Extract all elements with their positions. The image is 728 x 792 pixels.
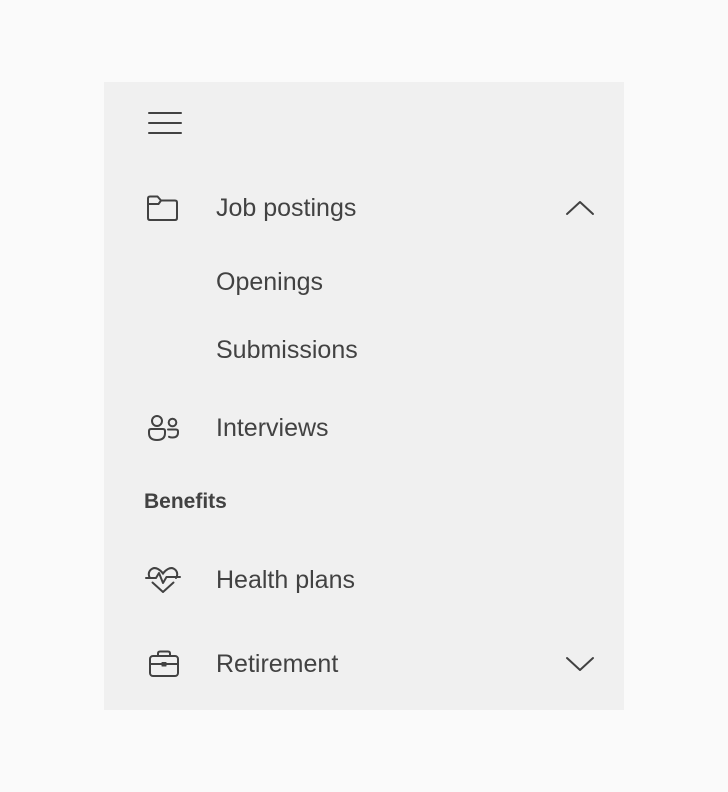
nav-subitem-openings[interactable]: Openings — [104, 254, 624, 310]
nav-item-label: Health plans — [216, 566, 355, 594]
section-header-benefits: Benefits — [144, 490, 227, 513]
nav-item-label: Openings — [216, 268, 324, 296]
nav-subitem-submissions[interactable]: Submissions — [104, 322, 624, 378]
nav-item-label: Submissions — [216, 336, 358, 364]
nav-item-interviews[interactable]: Interviews — [104, 400, 624, 456]
people-icon — [148, 415, 179, 442]
navigation-drawer: Job postings Openings Submissions Interv… — [104, 82, 624, 710]
nav-item-retirement[interactable]: Retirement — [104, 636, 624, 692]
briefcase-icon — [149, 650, 179, 677]
nav-item-label: Retirement — [216, 650, 339, 678]
nav-item-health-plans[interactable]: Health plans — [104, 552, 624, 608]
hamburger-icon — [148, 112, 182, 134]
chevron-down-icon[interactable] — [562, 650, 598, 678]
nav-item-label: Job postings — [216, 194, 357, 222]
nav-item-label: Interviews — [216, 414, 329, 442]
folder-icon — [147, 195, 178, 221]
nav-item-job-postings[interactable]: Job postings — [104, 180, 624, 236]
heart-pulse-icon — [145, 567, 181, 593]
chevron-up-icon[interactable] — [562, 194, 598, 222]
hamburger-menu-button[interactable] — [144, 104, 184, 140]
